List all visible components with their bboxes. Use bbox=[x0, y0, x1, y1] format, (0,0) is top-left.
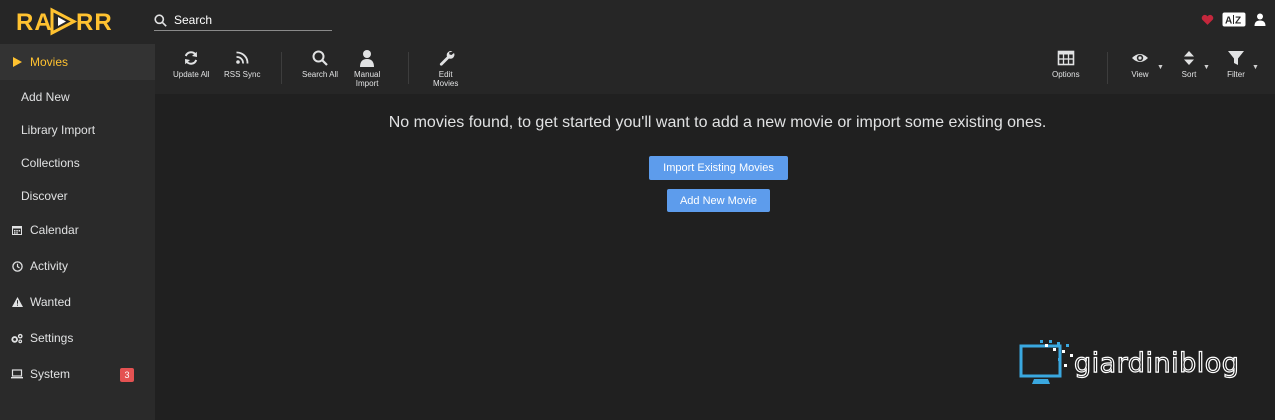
toolbar-divider bbox=[281, 52, 282, 84]
rss-icon bbox=[236, 51, 249, 64]
sidebar-item-discover[interactable]: Discover bbox=[0, 179, 155, 212]
search-icon bbox=[154, 13, 167, 27]
sidebar-item-movies[interactable]: Movies bbox=[0, 44, 155, 80]
edit-movies-label-line2: Movies bbox=[433, 79, 459, 88]
view-label: View bbox=[1131, 70, 1149, 79]
view-menu-button[interactable]: View bbox=[1131, 49, 1149, 79]
manual-import-label-line2: Import bbox=[355, 79, 379, 88]
translate-icon[interactable]: AZ bbox=[1222, 12, 1246, 27]
clock-icon bbox=[11, 260, 23, 272]
sidebar-item-system[interactable]: System 3 bbox=[0, 356, 155, 392]
empty-state-message: No movies found, to get started you'll w… bbox=[388, 114, 1047, 131]
watermark-logo: giardiniblog bbox=[1018, 338, 1258, 398]
search-all-button[interactable]: Search All bbox=[302, 49, 338, 79]
svg-text:RR: RR bbox=[76, 9, 113, 36]
sidebar-item-collections[interactable]: Collections bbox=[0, 146, 155, 179]
sidebar-item-label: Wanted bbox=[30, 295, 71, 309]
sort-label: Sort bbox=[1181, 70, 1197, 79]
sidebar-item-label: Activity bbox=[30, 259, 69, 273]
rss-sync-button[interactable]: RSS Sync bbox=[224, 49, 260, 79]
sidebar-item-label: Movies bbox=[30, 55, 69, 69]
sidebar: Movies Add New Library Import Collection… bbox=[0, 44, 155, 420]
sidebar-item-settings[interactable]: Settings bbox=[0, 320, 155, 356]
sidebar-item-label: Add New bbox=[21, 89, 70, 104]
wrench-icon bbox=[439, 51, 455, 66]
sidebar-item-activity[interactable]: Activity bbox=[0, 248, 155, 284]
svg-text:Z: Z bbox=[1235, 16, 1241, 27]
refresh-icon bbox=[185, 51, 198, 65]
cogs-icon bbox=[11, 332, 23, 344]
sidebar-item-label: System bbox=[30, 367, 71, 381]
filter-chevron-down-icon: ▼ bbox=[1252, 64, 1259, 71]
rss-sync-label: RSS Sync bbox=[224, 70, 261, 79]
edit-movies-button[interactable]: Edit Movies bbox=[433, 49, 458, 88]
update-all-label: Update All bbox=[173, 70, 210, 79]
options-button[interactable]: Options bbox=[1052, 49, 1080, 79]
filter-icon bbox=[1228, 51, 1244, 65]
table-icon bbox=[1057, 50, 1075, 66]
sort-chevron-down-icon: ▼ bbox=[1203, 64, 1210, 71]
svg-text:A: A bbox=[1225, 16, 1232, 27]
page-toolbar: Update All RSS Sync Search All Manual Im… bbox=[155, 44, 1275, 94]
heart-icon[interactable] bbox=[1201, 14, 1214, 26]
manual-import-label-line1: Manual bbox=[354, 70, 381, 79]
search-all-label: Search All bbox=[302, 70, 339, 79]
sort-icon bbox=[1184, 51, 1194, 65]
import-existing-movies-button[interactable]: Import Existing Movies bbox=[649, 156, 788, 180]
svg-text:RA: RA bbox=[16, 9, 53, 36]
play-icon bbox=[11, 56, 23, 68]
user-icon[interactable] bbox=[1254, 13, 1266, 26]
sort-menu-button[interactable]: Sort bbox=[1180, 49, 1198, 79]
manual-import-button[interactable]: Manual Import bbox=[354, 49, 380, 88]
search-input[interactable]: Search bbox=[154, 10, 332, 31]
update-all-button[interactable]: Update All bbox=[173, 49, 209, 79]
status-badge: 3 bbox=[120, 368, 134, 382]
sidebar-item-label: Library Import bbox=[21, 122, 96, 137]
user-icon bbox=[360, 50, 375, 67]
top-bar: RA RR Search AZ bbox=[0, 0, 1275, 44]
edit-movies-label-line1: Edit bbox=[438, 70, 453, 79]
sidebar-item-library-import[interactable]: Library Import bbox=[0, 113, 155, 146]
view-chevron-down-icon: ▼ bbox=[1157, 64, 1164, 71]
laptop-icon bbox=[11, 368, 23, 380]
options-label: Options bbox=[1052, 70, 1080, 79]
sidebar-item-add-new[interactable]: Add New bbox=[0, 80, 155, 113]
search-icon bbox=[312, 50, 328, 66]
sidebar-item-calendar[interactable]: Calendar bbox=[0, 212, 155, 248]
sidebar-item-label: Collections bbox=[21, 155, 80, 170]
sidebar-item-label: Discover bbox=[21, 188, 68, 203]
add-new-movie-button[interactable]: Add New Movie bbox=[667, 189, 770, 212]
sidebar-item-label: Calendar bbox=[30, 223, 79, 237]
watermark-text: giardiniblog bbox=[1073, 347, 1240, 379]
top-icons: AZ bbox=[1201, 12, 1266, 27]
filter-label: Filter bbox=[1227, 70, 1245, 79]
search-placeholder: Search bbox=[174, 13, 213, 27]
sidebar-item-wanted[interactable]: Wanted bbox=[0, 284, 155, 320]
toolbar-divider bbox=[1107, 52, 1108, 84]
eye-icon bbox=[1132, 54, 1148, 62]
toolbar-divider bbox=[408, 52, 409, 84]
radarr-logo[interactable]: RA RR bbox=[14, 4, 114, 38]
calendar-icon bbox=[11, 224, 23, 236]
filter-menu-button[interactable]: Filter bbox=[1227, 49, 1245, 79]
sidebar-item-label: Settings bbox=[30, 331, 74, 345]
warning-icon bbox=[11, 296, 23, 308]
